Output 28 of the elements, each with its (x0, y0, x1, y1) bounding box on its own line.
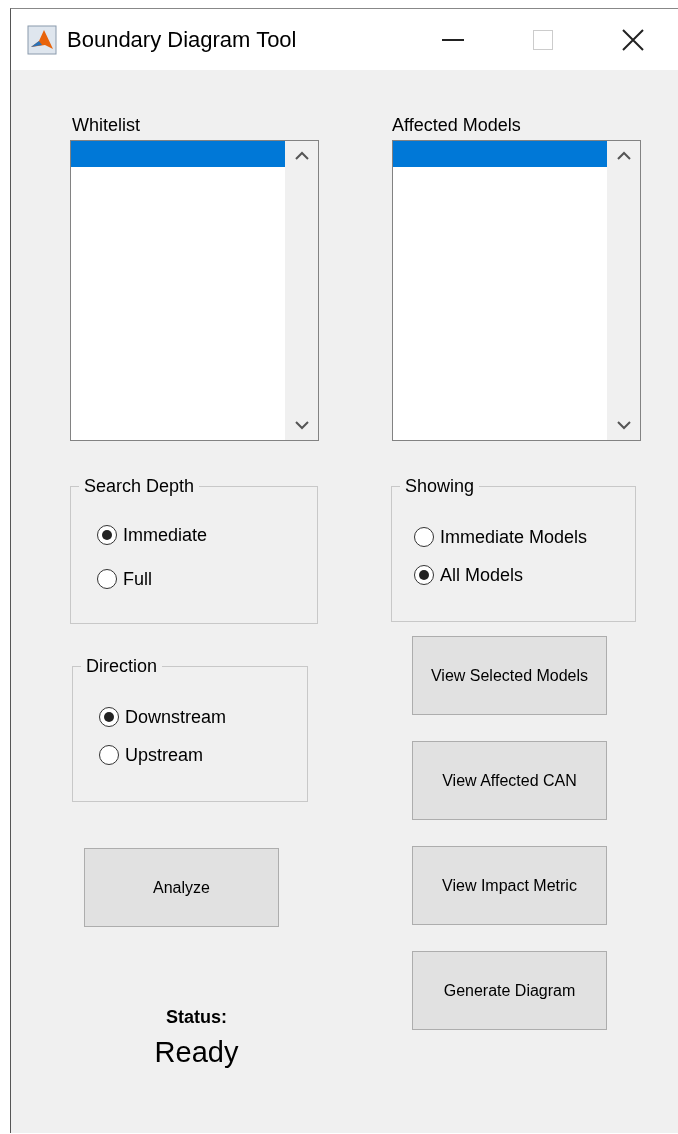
scroll-up-icon[interactable] (294, 151, 309, 161)
maximize-icon (533, 29, 553, 50)
scrollbar[interactable] (285, 141, 318, 440)
list-box[interactable] (70, 140, 319, 441)
list-box[interactable] (392, 140, 641, 441)
radio-button[interactable]: Immediate (97, 523, 317, 547)
action-button[interactable]: View Selected Models (412, 636, 607, 715)
app-icon (27, 24, 57, 55)
action-button[interactable]: View Affected CAN (412, 741, 607, 820)
list-label: Affected Models (392, 114, 521, 136)
action-button[interactable]: View Impact Metric (412, 846, 607, 925)
scrollbar[interactable] (607, 141, 640, 440)
status-label: Status: (166, 1007, 227, 1028)
radio-button[interactable]: Full (97, 567, 317, 591)
radio-button[interactable]: Upstream (99, 743, 307, 767)
scroll-down-icon[interactable] (616, 420, 631, 430)
scroll-down-icon[interactable] (294, 420, 309, 430)
scroll-up-icon[interactable] (616, 151, 631, 161)
status-value: Ready (154, 1036, 239, 1069)
close-icon (622, 28, 644, 51)
minimize-icon (442, 38, 464, 41)
action-button[interactable]: Generate Diagram (412, 951, 607, 1030)
window-title: Boundary Diagram Tool (67, 26, 298, 53)
radio-button[interactable]: Downstream (99, 705, 307, 729)
analyze-button[interactable]: Analyze (84, 848, 279, 927)
radio-button[interactable]: Immediate Models (414, 525, 635, 549)
list-label: Whitelist (72, 114, 140, 136)
radio-button[interactable]: All Models (414, 563, 635, 587)
